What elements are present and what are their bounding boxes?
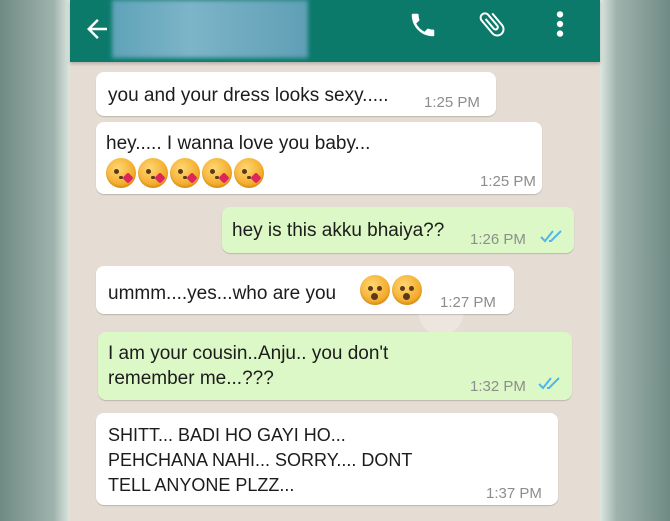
message-time: 1:25 PM	[480, 173, 536, 190]
message-outgoing[interactable]: I am your cousin..Anju.. you don't remem…	[98, 332, 572, 400]
chat-header	[70, 0, 600, 62]
kissing-heart-emoji-icon	[138, 158, 168, 188]
read-ticks-icon	[538, 377, 560, 390]
kissing-heart-emoji-icon	[202, 158, 232, 188]
message-line: remember me...???	[108, 368, 274, 389]
message-time: 1:26 PM	[470, 231, 526, 248]
message-time: 1:25 PM	[424, 94, 480, 111]
message-text: you and your dress looks sexy.....	[108, 85, 389, 106]
message-outgoing[interactable]: hey is this akku bhaiya?? 1:26 PM	[222, 207, 574, 253]
kissing-heart-emoji-icon	[106, 158, 136, 188]
message-text: hey is this akku bhaiya??	[232, 220, 445, 241]
message-line: TELL ANYONE PLZZ...	[108, 475, 295, 495]
message-time: 1:32 PM	[470, 378, 526, 395]
hushed-emoji-icon	[360, 275, 390, 305]
kissing-heart-emoji-icon	[170, 158, 200, 188]
more-vert-icon[interactable]	[550, 8, 570, 40]
chat-screen: you and your dress looks sexy..... 1:25 …	[70, 0, 600, 521]
message-text: hey..... I wanna love you baby...	[106, 133, 371, 154]
emoji-row	[360, 275, 424, 305]
message-line: SHITT... BADI HO GAYI HO...	[108, 425, 346, 445]
hushed-emoji-icon	[392, 275, 422, 305]
message-incoming[interactable]: hey..... I wanna love you baby... 1:25 P…	[96, 122, 542, 194]
message-line: PEHCHANA NAHI... SORRY.... DONT	[108, 450, 413, 470]
message-incoming[interactable]: SHITT... BADI HO GAYI HO... PEHCHANA NAH…	[96, 413, 558, 505]
contact-name-blurred[interactable]	[112, 0, 308, 58]
phone-icon[interactable]	[408, 10, 438, 40]
message-time: 1:27 PM	[440, 294, 496, 311]
arrow-back-icon[interactable]	[82, 14, 112, 44]
message-time: 1:37 PM	[486, 485, 542, 502]
emoji-row	[106, 158, 266, 188]
message-incoming[interactable]: ummm....yes...who are you 1:27 PM	[96, 266, 514, 314]
paperclip-icon[interactable]	[476, 8, 508, 40]
message-text: I am your cousin..Anju.. you don't remem…	[108, 341, 388, 391]
message-line: I am your cousin..Anju.. you don't	[108, 343, 389, 364]
kissing-heart-emoji-icon	[234, 158, 264, 188]
message-incoming[interactable]: you and your dress looks sexy..... 1:25 …	[96, 72, 496, 116]
message-text: SHITT... BADI HO GAYI HO... PEHCHANA NAH…	[108, 423, 412, 498]
read-ticks-icon	[540, 230, 562, 243]
message-text: ummm....yes...who are you	[108, 283, 337, 304]
